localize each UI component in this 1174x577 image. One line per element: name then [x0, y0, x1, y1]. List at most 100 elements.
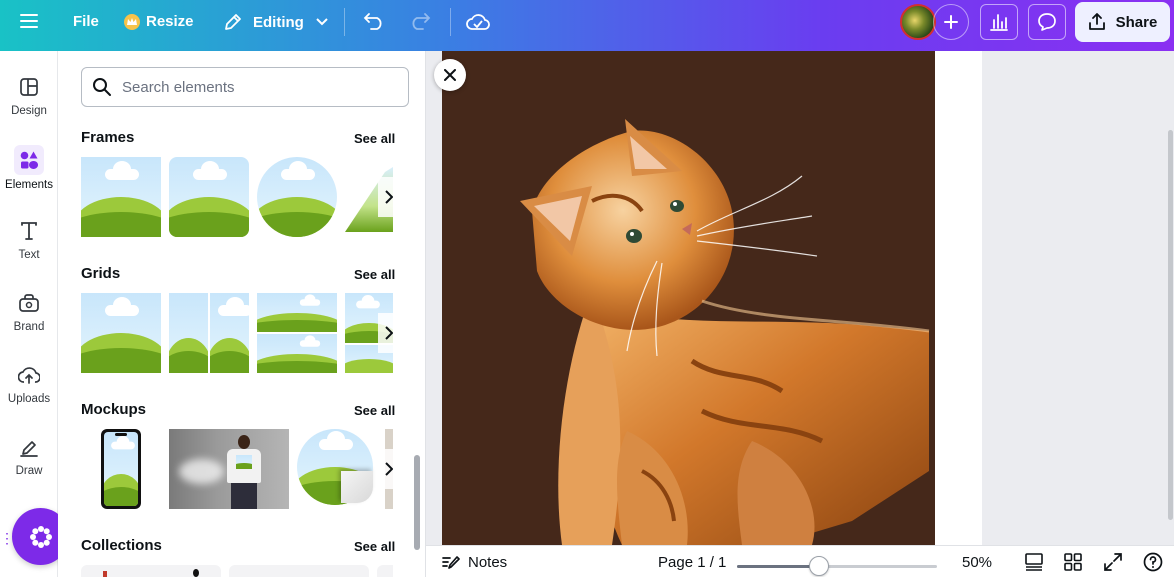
notes-label: Notes [468, 553, 508, 571]
section-title-collections: Collections [81, 537, 162, 554]
cloud-shape [218, 297, 249, 316]
undo-icon [363, 13, 382, 30]
expand-icon [1104, 553, 1122, 571]
rail-item-draw[interactable]: Draw [0, 435, 58, 477]
close-icon [444, 69, 456, 81]
sticker-mockup-thumbnail[interactable] [297, 429, 377, 509]
zoom-level-button[interactable]: 50% [962, 546, 992, 577]
search-box[interactable] [81, 67, 409, 107]
grid-cell [257, 293, 337, 332]
zoom-slider[interactable] [737, 565, 937, 568]
add-collaborator-button[interactable] [933, 4, 969, 40]
see-all-collections-link[interactable]: See all [354, 539, 395, 554]
left-rail: Design Elements Text Brand Uploads Draw [0, 51, 58, 577]
hill-shape [345, 359, 393, 373]
smoke-shape [179, 459, 224, 484]
page-indicator[interactable]: Page 1 / 1 [658, 546, 726, 577]
menu-icon[interactable] [20, 13, 38, 29]
rail-item-label: Draw [15, 465, 43, 477]
frame-circle-thumbnail[interactable] [257, 157, 337, 237]
file-menu-button[interactable]: File [73, 13, 99, 30]
frames-next-button[interactable] [378, 177, 400, 217]
fullscreen-button[interactable] [1104, 546, 1122, 577]
search-input[interactable] [122, 78, 382, 96]
grid-two-row-thumbnail[interactable] [257, 293, 337, 373]
collection-thumbnail[interactable] [229, 565, 369, 577]
cloud-shape [193, 161, 227, 180]
grids-next-button[interactable] [378, 313, 400, 353]
see-all-frames-link[interactable]: See all [354, 131, 395, 146]
toolbar-divider [450, 8, 451, 36]
rail-item-label: Text [18, 249, 40, 261]
help-button[interactable] [1143, 546, 1163, 577]
resize-button[interactable]: Resize [124, 13, 194, 30]
grid-cell [257, 334, 337, 373]
panel-scrollbar[interactable] [414, 455, 420, 550]
editing-label: Editing [253, 13, 304, 31]
chevron-right-icon [385, 462, 393, 476]
elements-icon [14, 145, 44, 175]
elements-panel: Frames See all Grids See all [58, 51, 426, 577]
rail-item-brand[interactable]: Brand [0, 291, 58, 333]
frame-square-thumbnail[interactable] [81, 157, 161, 237]
grid-two-column-thumbnail[interactable] [169, 293, 249, 373]
rail-item-design[interactable]: Design [0, 75, 58, 117]
sticker-peel [341, 471, 373, 503]
cat-photo[interactable] [442, 51, 935, 545]
tshirt-print [236, 455, 252, 469]
cloud-shape [105, 297, 139, 316]
close-panel-button[interactable] [434, 59, 466, 91]
chevron-right-icon [385, 326, 393, 340]
editing-mode-button[interactable]: Editing [223, 12, 328, 32]
pen-icon [17, 435, 41, 459]
grid-view-button[interactable] [1064, 546, 1082, 577]
collection-thumbnail[interactable] [81, 565, 221, 577]
mockups-next-button[interactable] [378, 449, 400, 489]
insights-button[interactable] [980, 4, 1018, 40]
sparkle-flower-icon [29, 525, 52, 548]
share-upload-icon [1088, 13, 1105, 30]
pages-view-button[interactable] [1024, 546, 1044, 577]
share-button[interactable]: Share [1075, 2, 1170, 42]
cloud-upload-icon [17, 363, 41, 387]
rail-item-text[interactable]: Text [0, 219, 58, 261]
person-head [238, 435, 250, 449]
chevron-right-icon [385, 190, 393, 204]
resize-label: Resize [146, 13, 194, 30]
notes-icon [442, 556, 460, 569]
search-icon [93, 78, 111, 96]
plus-icon [944, 15, 958, 29]
collection-thumbnail[interactable] [377, 565, 393, 577]
canvas-scrollbar[interactable] [1168, 130, 1173, 520]
tshirt-mockup-thumbnail[interactable] [169, 429, 289, 509]
rail-item-elements[interactable]: Elements [0, 145, 58, 191]
phone-mockup-thumbnail[interactable] [101, 429, 141, 509]
avatar[interactable] [900, 4, 936, 40]
page-view-icon [1025, 553, 1043, 571]
cloud-shape [356, 295, 380, 309]
rail-item-uploads[interactable]: Uploads [0, 363, 58, 405]
cloud-shape [319, 431, 353, 450]
frame-rounded-thumbnail[interactable] [169, 157, 249, 237]
notes-button[interactable]: Notes [442, 546, 507, 577]
hill-shape [81, 212, 161, 237]
grid-single-thumbnail[interactable] [81, 293, 161, 373]
section-title-grids: Grids [81, 265, 121, 282]
grid-cell [169, 293, 208, 373]
comments-button[interactable] [1028, 4, 1066, 40]
canvas-area [426, 51, 1174, 545]
phone-notch [115, 433, 127, 436]
redo-icon [412, 13, 431, 30]
see-all-mockups-link[interactable]: See all [354, 403, 395, 418]
redo-button[interactable] [409, 12, 431, 30]
rail-item-label: Uploads [7, 393, 51, 405]
crown-icon [124, 13, 140, 30]
cloud-save-status[interactable] [466, 12, 490, 32]
bottom-bar: Notes Page 1 / 1 50% [426, 545, 1174, 577]
trousers-shape [231, 483, 257, 509]
zoom-slider-thumb[interactable] [809, 556, 829, 576]
see-all-grids-link[interactable]: See all [354, 267, 395, 282]
cloud-shape [105, 161, 139, 180]
undo-button[interactable] [363, 12, 385, 30]
top-toolbar: File Resize Editing Share [0, 0, 1174, 51]
